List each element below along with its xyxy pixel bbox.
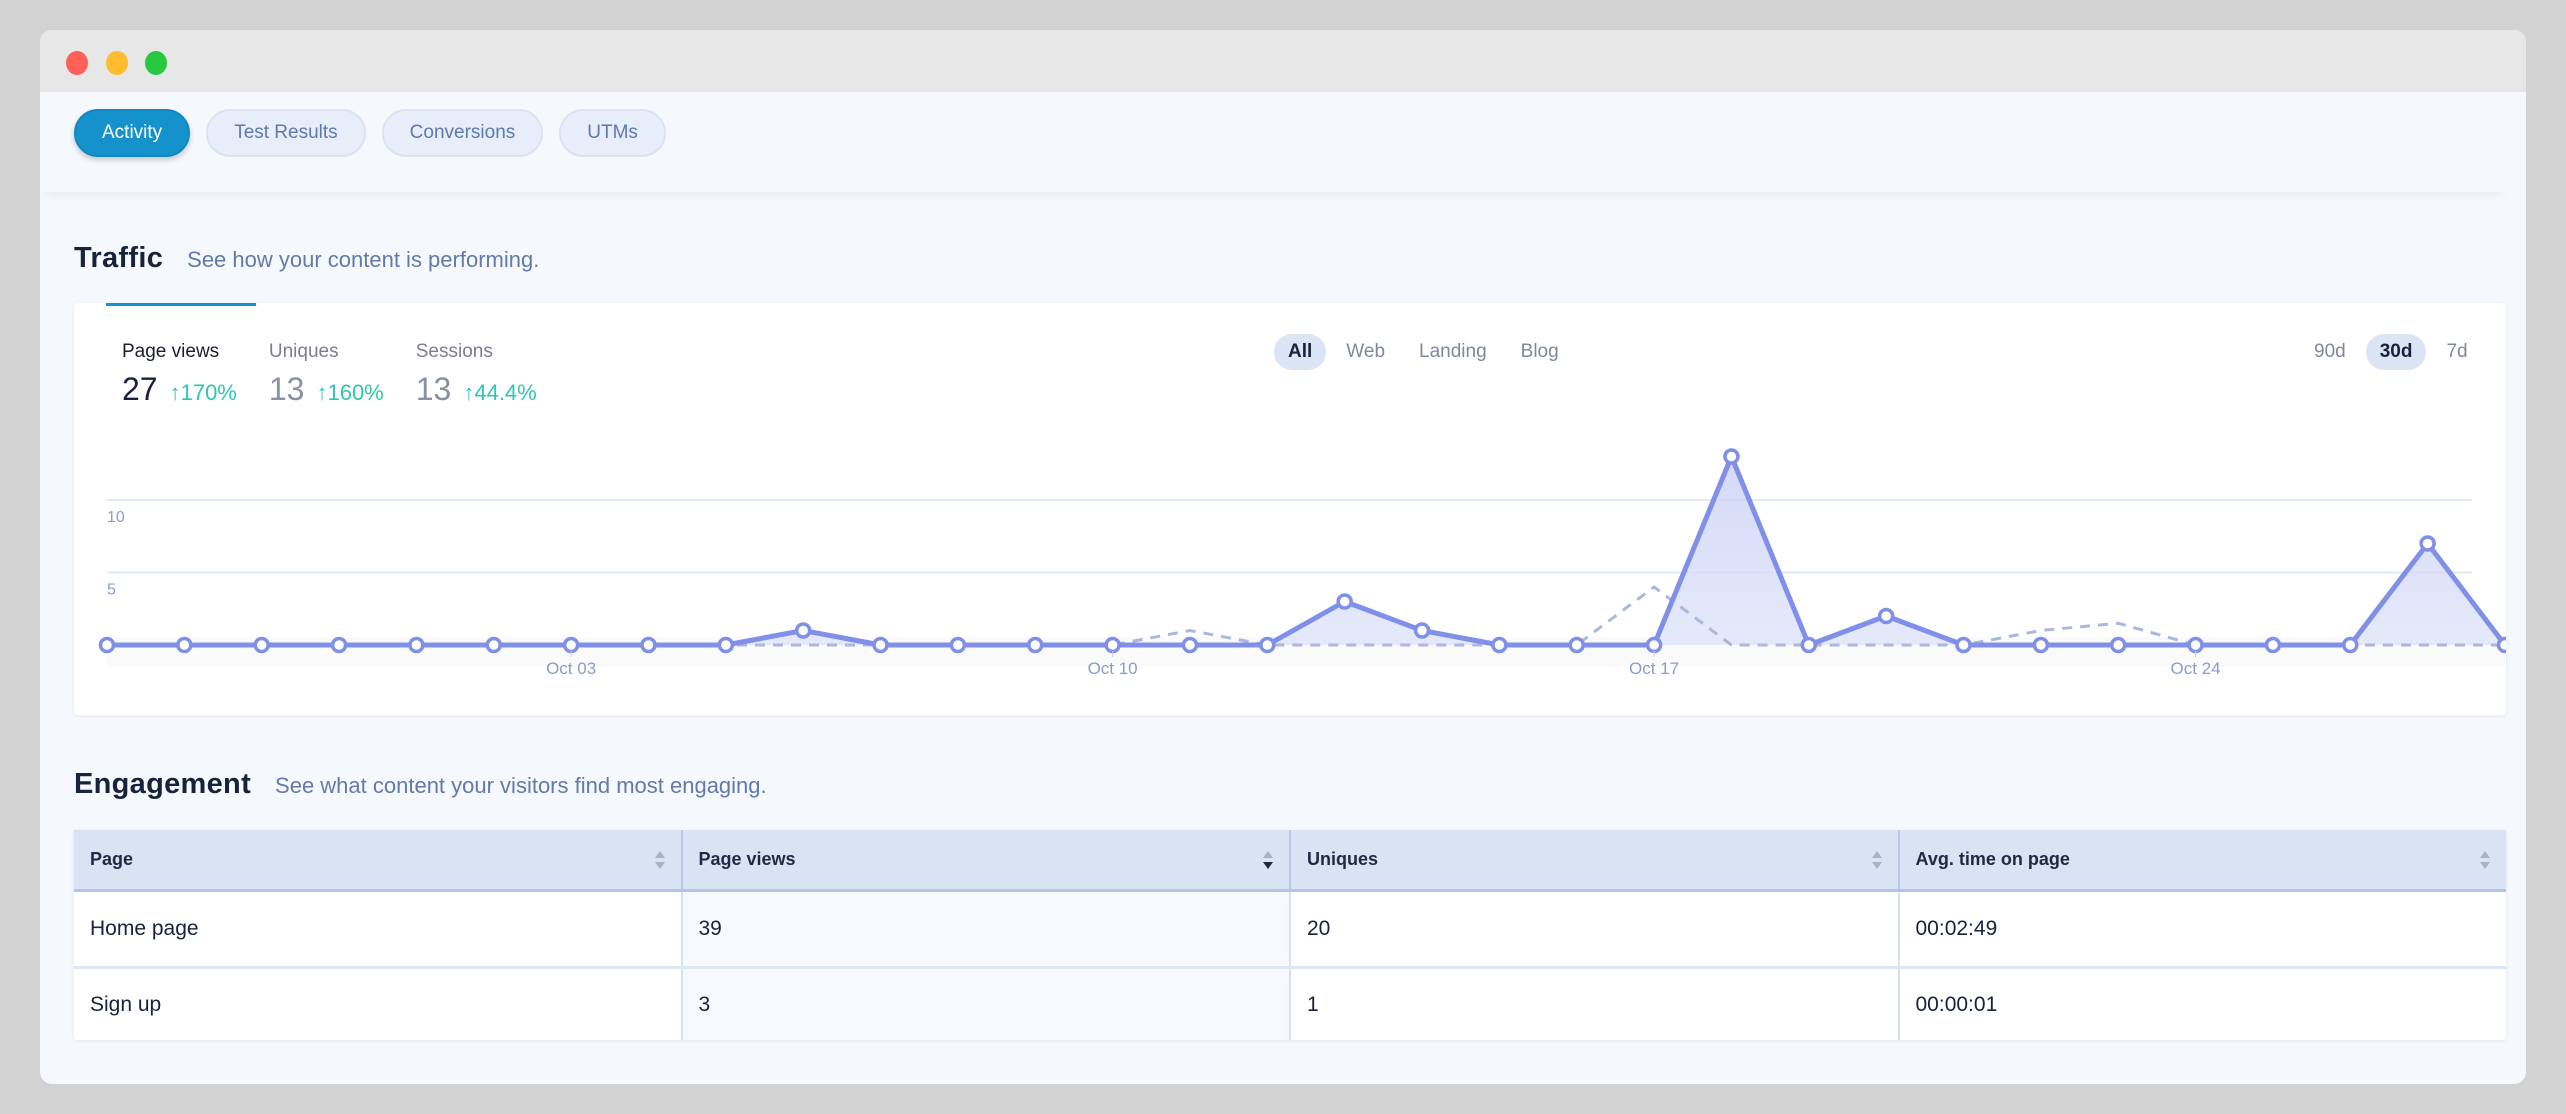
tab-utms[interactable]: UTMs: [559, 109, 666, 157]
sort-icon[interactable]: [654, 850, 665, 869]
data-point: [1181, 636, 1199, 654]
tab-activity[interactable]: Activity: [74, 109, 191, 157]
data-point: [1955, 636, 1972, 654]
y-tick-label: 10: [107, 509, 125, 526]
data-point: [485, 636, 503, 654]
column-label: Avg. time on page: [1915, 849, 2070, 869]
data-point: [2342, 636, 2359, 654]
traffic-card: Page views 27 ↑170% Uniques 13 ↑160% Sessi…: [74, 303, 2506, 715]
close-window-button[interactable]: [66, 51, 88, 75]
table-row[interactable]: Home page 39 20 00:02:49: [74, 892, 2506, 966]
cell-page: Home page: [90, 917, 199, 940]
traffic-subtitle: See how your content is performing.: [187, 247, 540, 272]
column-header-avg-time[interactable]: Avg. time on page: [1897, 830, 2507, 889]
data-point: [2419, 535, 2436, 552]
data-point: [872, 636, 889, 654]
data-point: [1723, 448, 1740, 465]
data-point: [2032, 636, 2050, 654]
column-label: Uniques: [1307, 849, 1379, 869]
maximize-window-button[interactable]: [145, 51, 167, 75]
column-label: Page views: [698, 849, 796, 869]
engagement-table: Page Page views Uniques Avg. time on pag…: [74, 830, 2506, 1040]
data-point: [562, 636, 580, 654]
data-point: [2187, 636, 2204, 654]
cell-uniques: 20: [1289, 892, 1898, 966]
table-header-row: Page Page views Uniques Avg. time on pag…: [74, 830, 2506, 892]
data-point: [794, 622, 812, 639]
traffic-title: Traffic: [74, 242, 164, 274]
data-point: [330, 636, 348, 654]
data-point: [1800, 636, 1818, 654]
data-point: [1568, 636, 1585, 654]
app-window: Activity Test Results Conversions UTMs T…: [40, 30, 2526, 1084]
column-header-page[interactable]: Page: [74, 830, 681, 889]
y-tick-label: 5: [107, 582, 116, 599]
sort-desc-icon[interactable]: [1263, 850, 1273, 869]
data-point: [2496, 636, 2506, 654]
cell-page-views: 3: [680, 969, 1289, 1040]
data-point: [1104, 636, 1121, 654]
data-point: [408, 636, 425, 654]
data-point: [1027, 636, 1044, 654]
engagement-subtitle: See what content your visitors find most…: [275, 773, 767, 798]
data-point: [2109, 636, 2127, 654]
cell-avg-time: 00:02:49: [1897, 892, 2507, 966]
engagement-title: Engagement: [74, 768, 252, 800]
data-point: [1413, 622, 1431, 639]
x-tick-label: Oct 03: [546, 659, 596, 678]
traffic-chart: 5 10 Oct 03 Oct 10 Oct 17 Oct 24: [98, 448, 2506, 678]
data-point: [2264, 636, 2282, 654]
data-point: [949, 636, 967, 654]
cell-avg-time: 00:00:01: [1897, 969, 2507, 1040]
x-tick-label: Oct 10: [1088, 659, 1138, 678]
column-header-page-views[interactable]: Page views: [680, 830, 1290, 889]
traffic-header: Traffic See how your content is performi…: [74, 242, 539, 275]
current-period-area: [107, 456, 2505, 645]
sort-icon[interactable]: [2480, 850, 2490, 869]
title-bar: [40, 30, 2526, 92]
data-point: [253, 636, 270, 654]
data-point: [1259, 636, 1276, 654]
data-point: [98, 636, 116, 654]
data-point: [717, 636, 735, 654]
cell-page-views: 39: [680, 892, 1289, 966]
data-point: [176, 636, 193, 654]
cell-page: Sign up: [90, 992, 162, 1016]
tab-bar: Activity Test Results Conversions UTMs: [40, 92, 2508, 192]
column-header-uniques[interactable]: Uniques: [1289, 830, 1898, 889]
engagement-header: Engagement See what content your visitor…: [74, 768, 767, 801]
tab-test-results[interactable]: Test Results: [206, 109, 366, 157]
tab-list: Activity Test Results Conversions UTMs: [74, 109, 666, 157]
data-point: [640, 636, 657, 654]
data-point: [1877, 607, 1895, 625]
table-row[interactable]: Sign up 3 1 00:00:01: [74, 966, 2506, 1040]
current-period-line: [107, 454, 2506, 648]
minimize-window-button[interactable]: [106, 51, 128, 75]
data-point: [1491, 636, 1508, 654]
column-label: Page: [90, 849, 134, 869]
sort-icon[interactable]: [1871, 850, 1882, 869]
x-tick-label: Oct 24: [2171, 659, 2221, 678]
data-point: [1336, 593, 1353, 610]
tab-conversions[interactable]: Conversions: [381, 109, 544, 157]
data-point: [1645, 636, 1663, 654]
x-tick-label: Oct 17: [1629, 659, 1679, 678]
cell-uniques: 1: [1289, 969, 1898, 1040]
